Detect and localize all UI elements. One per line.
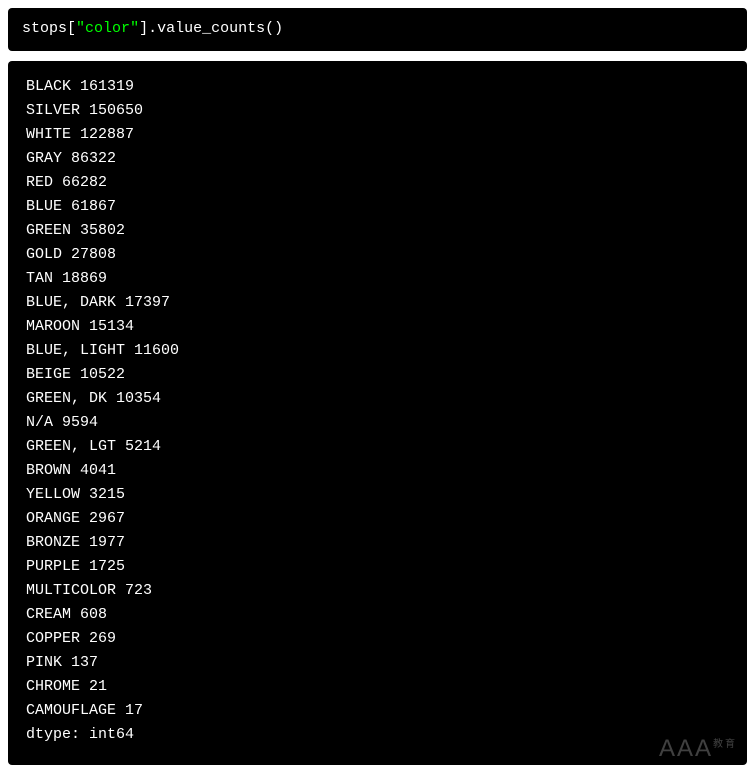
output-row-count: 150650: [89, 102, 143, 119]
output-row: BLUE, DARK 17397: [26, 291, 729, 315]
output-row: PURPLE 1725: [26, 555, 729, 579]
output-row: RED 66282: [26, 171, 729, 195]
output-row: GREEN, DK 10354: [26, 387, 729, 411]
output-row-count: 15134: [89, 318, 134, 335]
output-row: MAROON 15134: [26, 315, 729, 339]
output-row-label: COPPER: [26, 630, 80, 647]
output-row-count: 35802: [80, 222, 125, 239]
output-row: CAMOUFLAGE 17: [26, 699, 729, 723]
output-row: BLUE 61867: [26, 195, 729, 219]
code-input-cell[interactable]: stops["color"].value_counts(): [8, 8, 747, 51]
output-row-count: 4041: [80, 462, 116, 479]
output-row-count: 66282: [62, 174, 107, 191]
output-row-count: 137: [71, 654, 98, 671]
output-row-count: 17: [125, 702, 143, 719]
output-row-label: MAROON: [26, 318, 80, 335]
code-token-quote-close: ": [130, 20, 139, 37]
output-row: GOLD 27808: [26, 243, 729, 267]
output-row-label: RED: [26, 174, 53, 191]
output-row-count: 5214: [125, 438, 161, 455]
output-row-count: 2967: [89, 510, 125, 527]
output-row: BEIGE 10522: [26, 363, 729, 387]
output-row-count: 10354: [116, 390, 161, 407]
output-row: BROWN 4041: [26, 459, 729, 483]
output-row: GRAY 86322: [26, 147, 729, 171]
output-row-label: BRONZE: [26, 534, 80, 551]
output-row: YELLOW 3215: [26, 483, 729, 507]
output-row-count: 21: [89, 678, 107, 695]
code-output-cell: BLACK 161319SILVER 150650WHITE 122887GRA…: [8, 61, 747, 765]
output-row-label: BLACK: [26, 78, 71, 95]
output-row: PINK 137: [26, 651, 729, 675]
output-row-label: BROWN: [26, 462, 71, 479]
output-row: MULTICOLOR 723: [26, 579, 729, 603]
output-row-label: PINK: [26, 654, 62, 671]
code-token-quote-open: ": [76, 20, 85, 37]
code-token-bracket-close: ]: [139, 20, 148, 37]
output-row: CREAM 608: [26, 603, 729, 627]
output-row-count: 86322: [71, 150, 116, 167]
code-token-parens: (): [265, 20, 283, 37]
output-row-count: 9594: [62, 414, 98, 431]
output-row-label: CAMOUFLAGE: [26, 702, 116, 719]
code-token-method: value_counts: [157, 20, 265, 37]
output-row: CHROME 21: [26, 675, 729, 699]
output-row-label: GREEN, LGT: [26, 438, 116, 455]
output-row-label: BLUE, LIGHT: [26, 342, 125, 359]
output-row-label: BEIGE: [26, 366, 71, 383]
output-row: TAN 18869: [26, 267, 729, 291]
output-row-label: SILVER: [26, 102, 80, 119]
output-row-count: 17397: [125, 294, 170, 311]
output-rows-container: BLACK 161319SILVER 150650WHITE 122887GRA…: [26, 75, 729, 723]
output-row-label: MULTICOLOR: [26, 582, 116, 599]
code-token-dot: .: [148, 20, 157, 37]
code-token-var: stops: [22, 20, 67, 37]
output-row-label: TAN: [26, 270, 53, 287]
output-row: COPPER 269: [26, 627, 729, 651]
output-row-label: GREEN: [26, 222, 71, 239]
output-row-label: YELLOW: [26, 486, 80, 503]
output-row-label: CREAM: [26, 606, 71, 623]
output-row-count: 18869: [62, 270, 107, 287]
output-row-count: 27808: [71, 246, 116, 263]
output-row-count: 61867: [71, 198, 116, 215]
output-row-label: ORANGE: [26, 510, 80, 527]
output-row: N/A 9594: [26, 411, 729, 435]
output-row-count: 10522: [80, 366, 125, 383]
output-row-count: 11600: [134, 342, 179, 359]
output-row-count: 269: [89, 630, 116, 647]
output-row: BLACK 161319: [26, 75, 729, 99]
output-row-label: N/A: [26, 414, 53, 431]
output-row-count: 1977: [89, 534, 125, 551]
output-row-label: GREEN, DK: [26, 390, 107, 407]
output-row: GREEN 35802: [26, 219, 729, 243]
output-row-count: 723: [125, 582, 152, 599]
output-row: WHITE 122887: [26, 123, 729, 147]
code-token-string: color: [85, 20, 130, 37]
code-line: stops["color"].value_counts(): [22, 18, 733, 41]
output-row-count: 1725: [89, 558, 125, 575]
output-row-label: BLUE: [26, 198, 62, 215]
output-row: BRONZE 1977: [26, 531, 729, 555]
output-row-count: 608: [80, 606, 107, 623]
output-row-label: GRAY: [26, 150, 62, 167]
output-row-count: 3215: [89, 486, 125, 503]
output-row-count: 161319: [80, 78, 134, 95]
output-row-label: PURPLE: [26, 558, 80, 575]
output-row: GREEN, LGT 5214: [26, 435, 729, 459]
output-row-count: 122887: [80, 126, 134, 143]
output-row-label: CHROME: [26, 678, 80, 695]
output-row: SILVER 150650: [26, 99, 729, 123]
code-token-bracket-open: [: [67, 20, 76, 37]
output-dtype-line: dtype: int64: [26, 723, 729, 747]
output-row-label: GOLD: [26, 246, 62, 263]
output-row: ORANGE 2967: [26, 507, 729, 531]
output-row: BLUE, LIGHT 11600: [26, 339, 729, 363]
output-row-label: BLUE, DARK: [26, 294, 116, 311]
output-row-label: WHITE: [26, 126, 71, 143]
